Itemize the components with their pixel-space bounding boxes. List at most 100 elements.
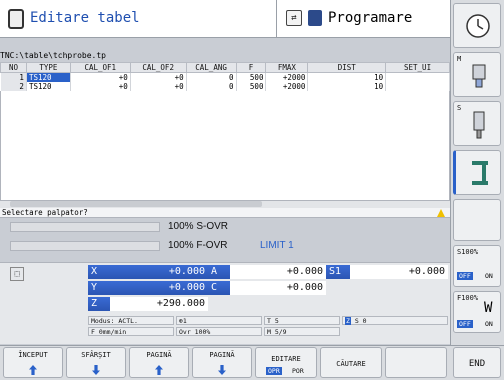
mode-title: Programare [328, 10, 413, 26]
end-of-table-label: SFÂRȘIT [81, 351, 111, 359]
feed-override-bar [10, 241, 160, 251]
empty-softkey[interactable] [453, 199, 501, 241]
page-title: Editare tabel [30, 10, 140, 26]
page-down-label: PAGINĂ [209, 351, 235, 359]
m-function-softkey[interactable]: M [453, 52, 501, 97]
off-badge: OFF [457, 272, 473, 280]
page-down-softkey[interactable]: PAGINĂ [192, 347, 252, 378]
s-label: S [457, 104, 462, 112]
z-badge: Z [345, 317, 351, 325]
cell-dist[interactable]: 10 [307, 72, 387, 82]
opr-badge: OPR [266, 367, 282, 375]
cell-cal-of2[interactable]: +0 [130, 72, 187, 82]
begin-label: ÎNCEPUT [18, 351, 48, 359]
col-f[interactable]: F [235, 62, 267, 73]
dialog-prompt: Selectare palpator? [0, 208, 450, 218]
m-label: M [457, 55, 462, 63]
limit-text: LIMIT 1 [260, 240, 294, 251]
cell-cal-of1[interactable]: +0 [70, 72, 131, 82]
cell-fmax[interactable]: +2000 [265, 72, 309, 82]
col-cal-ang[interactable]: CAL_ANG [185, 62, 237, 73]
col-type[interactable]: TYPE [25, 62, 71, 73]
machine-mode-icon [8, 9, 24, 29]
feed-field: F 0mm/min [88, 327, 174, 336]
wave-icon: W [484, 300, 493, 316]
z-axis-value: +290.000 [110, 297, 208, 311]
cell-no: 1 [0, 72, 27, 82]
col-fmax[interactable]: FMAX [265, 62, 309, 73]
col-cal-of1[interactable]: CAL_OF1 [69, 62, 131, 73]
c-axis-label: C [211, 282, 218, 293]
arrow-down-icon [218, 365, 226, 375]
feed-override-softkey[interactable]: F100% W OFF ON [453, 291, 501, 333]
spindle-override-bar [10, 222, 160, 232]
edit-softkey[interactable]: EDITARE OPR POR [255, 347, 317, 378]
scrollbar-thumb[interactable] [10, 201, 262, 207]
clock-icon [466, 14, 490, 38]
cell-f[interactable]: 500 [236, 72, 267, 82]
cell-f[interactable]: 500 [236, 82, 267, 91]
clock-softkey[interactable] [453, 3, 501, 48]
off-badge: OFF [457, 320, 473, 328]
empty-softkey[interactable] [385, 347, 447, 378]
col-dist[interactable]: DIST [307, 62, 387, 73]
cell-fmax[interactable]: +2000 [265, 82, 309, 91]
machine-softkey[interactable] [453, 150, 501, 195]
begin-softkey[interactable]: ÎNCEPUT [3, 347, 63, 378]
coolant-icon [472, 64, 486, 88]
page-up-label: PAGINĂ [146, 351, 172, 359]
cell-type[interactable]: TS120 [26, 82, 71, 91]
cell-set-ui[interactable] [385, 72, 450, 82]
search-softkey[interactable]: CĂUTARE [320, 347, 382, 378]
modus-field: Modus: ACTL. [88, 316, 174, 325]
cell-set-ui[interactable] [385, 82, 450, 91]
table-row[interactable]: 1 TS120 +0 +0 0 500 +2000 10 [0, 72, 450, 82]
file-path: TNC:\table\tchprobe.tp [0, 51, 106, 60]
spindle-value: S 0 [354, 317, 367, 325]
s-function-softkey[interactable]: S [453, 101, 501, 146]
search-label: CĂUTARE [336, 360, 366, 368]
m-field: M 5/9 [264, 327, 340, 336]
f100-label: F100% [457, 294, 479, 302]
cell-type[interactable]: TS120 [26, 72, 71, 82]
cell-cal-of1[interactable]: +0 [70, 82, 131, 91]
col-no[interactable]: NO [0, 62, 27, 73]
on-label: ON [485, 272, 493, 280]
t-field: T 5 [264, 316, 340, 325]
y-axis-value: +0.000 [168, 282, 205, 293]
cell-no: 2 [0, 82, 27, 91]
probe-table[interactable]: NO TYPE CAL_OF1 CAL_OF2 CAL_ANG F FMAX D… [0, 62, 450, 91]
table-row[interactable]: 2 TS120 +0 +0 0 500 +2000 10 [0, 82, 450, 91]
end-of-table-softkey[interactable]: SFÂRȘIT [66, 347, 126, 378]
tool-field: ⊕1 [176, 316, 262, 325]
x-axis-value: +0.000 [168, 266, 205, 277]
page-up-softkey[interactable]: PAGINĂ [129, 347, 189, 378]
spindle-override-softkey[interactable]: S100% OFF ON [453, 245, 501, 287]
cell-cal-ang[interactable]: 0 [186, 72, 237, 82]
cell-cal-of2[interactable]: +0 [130, 82, 187, 91]
position-mode-icon[interactable]: ⬚ [10, 267, 24, 281]
s1-axis-value: +0.000 [350, 265, 448, 279]
end-label: END [468, 359, 486, 369]
ovr-field: Ovr 100% [176, 327, 262, 336]
y-axis-label: Y [91, 282, 98, 293]
tool-number: 1 [182, 317, 187, 325]
arrow-up-icon [155, 365, 163, 375]
c-axis-value: +0.000 [230, 281, 326, 295]
a-axis-label: A [211, 266, 218, 277]
cell-dist[interactable]: 10 [307, 82, 387, 91]
col-cal-of2[interactable]: CAL_OF2 [129, 62, 187, 73]
arrow-down-icon [92, 365, 100, 375]
end-softkey[interactable]: END [453, 347, 501, 378]
edit-label: EDITARE [271, 355, 301, 363]
cell-cal-ang[interactable]: 0 [186, 82, 237, 91]
col-set-ui[interactable]: SET_UI [385, 62, 450, 73]
machine-icon [472, 161, 488, 185]
s100-label: S100% [457, 248, 479, 256]
programming-mode-icon [308, 10, 322, 26]
arrow-up-icon [29, 365, 37, 375]
f-ovr-text: 100% F-OVR [168, 240, 228, 251]
table-header-row: NO TYPE CAL_OF1 CAL_OF2 CAL_ANG F FMAX D… [0, 62, 450, 73]
switch-icon[interactable]: ⇄ [286, 10, 302, 26]
s-ovr-text: 100% S-OVR [168, 221, 229, 232]
